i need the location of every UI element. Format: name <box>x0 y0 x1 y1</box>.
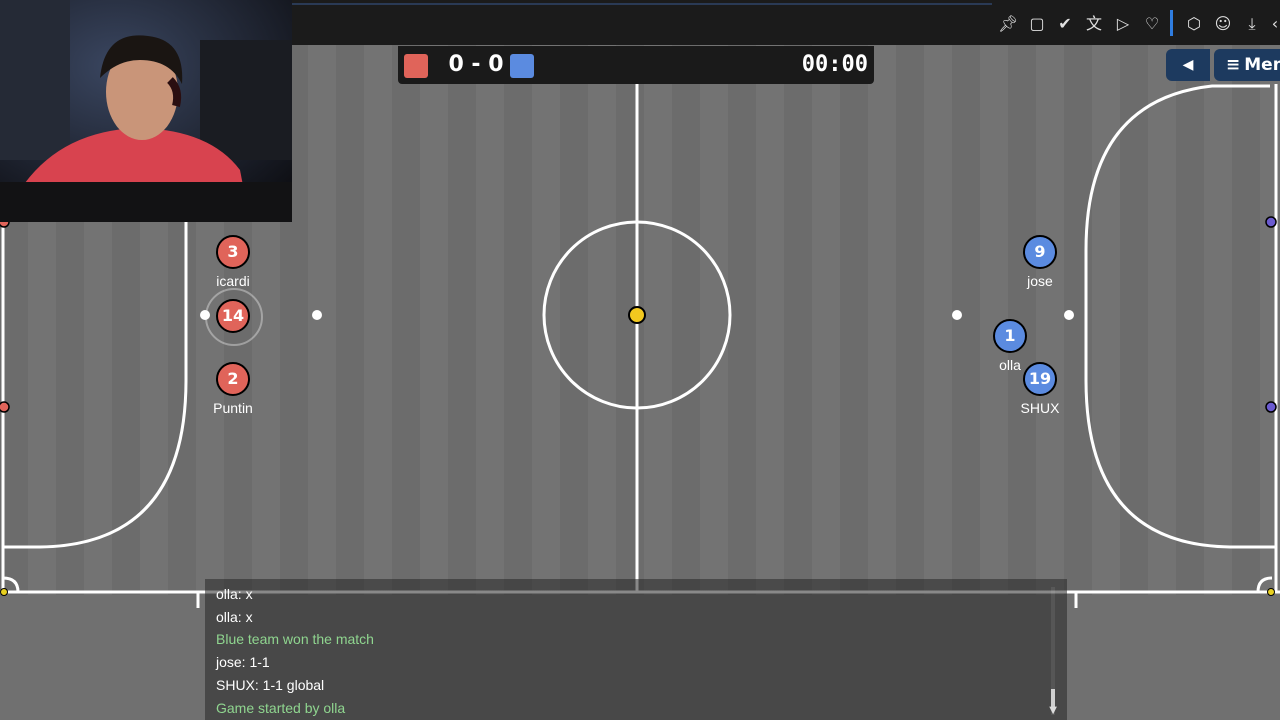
player-name: Puntin <box>213 400 253 416</box>
ball <box>628 306 646 324</box>
kick-marker <box>312 310 322 320</box>
chat-message: olla: x <box>216 586 253 602</box>
send-icon[interactable]: ▷ <box>1114 15 1132 33</box>
player-name: jose <box>1027 273 1053 289</box>
chat-message: SHUX: 1-1 global <box>216 677 325 693</box>
menu-label: Men <box>1244 55 1280 75</box>
browser-toolbar: 📌︎ ▢ ✔ 文 ▷ ♡ ⬡ ☺ ⤓ ‹ <box>292 0 1280 45</box>
speaker-icon: ◀ <box>1182 57 1194 73</box>
red-player-3: 3 <box>216 235 250 269</box>
menu-button[interactable]: ≡ Men <box>1214 49 1280 81</box>
blue-player-19: 19 <box>1023 362 1057 396</box>
chat-panel: olla: x olla: x Blue team won the match … <box>205 579 1067 720</box>
right-penalty-arc <box>1084 84 1276 549</box>
pocket-icon[interactable]: ✔ <box>1056 15 1074 33</box>
right-post-bottom <box>1265 401 1277 413</box>
right-post-top <box>1265 216 1277 228</box>
chat-message: olla: x <box>216 609 253 625</box>
blue-player-9: 9 <box>1023 235 1057 269</box>
corner-flag-left <box>0 588 8 596</box>
red-player-14: 14 <box>216 299 250 333</box>
chat-message: Game started by olla <box>216 700 346 716</box>
match-clock: 00:00 <box>801 52 868 77</box>
webcam-overlay <box>0 0 292 222</box>
chat-message: jose: 1-1 <box>216 654 270 670</box>
chat-message: Blue team won the match <box>216 631 374 647</box>
blue-player-1: 1 <box>993 319 1027 353</box>
player-name: SHUX <box>1020 400 1060 416</box>
back-icon[interactable]: ‹ <box>1266 15 1280 33</box>
player-name: icardi <box>216 273 250 289</box>
left-post-bottom <box>0 401 10 413</box>
corner-flag-right <box>1267 588 1275 596</box>
kick-marker <box>1064 310 1074 320</box>
left-penalty-arc <box>3 222 188 549</box>
blue-team-square <box>510 54 534 78</box>
pin-icon[interactable]: 📌︎ <box>998 15 1018 33</box>
kick-marker <box>952 310 962 320</box>
download-icon[interactable]: ⤓ <box>1243 15 1261 33</box>
chat-scrollbar[interactable] <box>1051 587 1055 715</box>
chevron-down-icon[interactable]: ▼ <box>1049 705 1057 716</box>
extensions-icon[interactable]: ⬡ <box>1185 15 1203 33</box>
screenshot-icon[interactable]: ▢ <box>1028 15 1046 33</box>
scoreboard: 0 - 0 00:00 <box>398 46 874 84</box>
toolbar-divider <box>1170 10 1173 36</box>
sound-button[interactable]: ◀ <box>1166 49 1210 81</box>
score: 0 - 0 <box>448 52 504 77</box>
red-player-2: 2 <box>216 362 250 396</box>
heart-icon[interactable]: ♡ <box>1143 15 1161 33</box>
hamburger-icon: ≡ <box>1226 55 1241 75</box>
account-icon[interactable]: ☺ <box>1214 15 1232 33</box>
red-team-square <box>404 54 428 78</box>
translate-icon[interactable]: 文 <box>1085 15 1103 33</box>
